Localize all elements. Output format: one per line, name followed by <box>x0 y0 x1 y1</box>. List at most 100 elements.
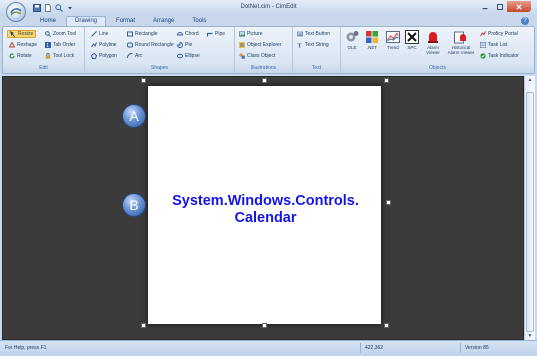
rectangle-label: Rectangle <box>135 31 158 37</box>
text-button-icon: ab <box>297 31 303 37</box>
zoom-icon[interactable] <box>54 3 63 12</box>
scroll-thumb[interactable] <box>526 92 534 332</box>
vertical-scrollbar[interactable]: ▲ ▼ <box>524 76 535 340</box>
task-list-button[interactable]: Task List <box>480 41 507 49</box>
arc-label: Arc <box>135 53 143 59</box>
net-button[interactable]: .NET <box>363 30 381 50</box>
class-object-label: Class Object <box>247 53 276 59</box>
rectangle-icon <box>127 31 133 37</box>
reshape-button[interactable]: Reshape <box>9 41 37 49</box>
spc-label: SPC <box>407 45 417 50</box>
ellipse-label: Ellipse <box>185 53 200 59</box>
tool-lock-label: Tool Lock <box>53 53 75 59</box>
tool-lock-button[interactable]: Tool Lock <box>45 52 74 60</box>
trend-button[interactable]: Trend <box>384 30 402 50</box>
tab-format[interactable]: Format <box>108 16 143 26</box>
proficy-portal-button[interactable]: Proficy Portal <box>480 30 518 38</box>
tab-tools[interactable]: Tools <box>184 16 214 26</box>
tab-arrange[interactable]: Arrange <box>145 16 182 26</box>
group-text: ab Text Button T Text String Text <box>293 27 341 73</box>
selection-handle-right[interactable] <box>386 200 391 205</box>
task-indicator-button[interactable]: Task Indicator <box>480 52 519 60</box>
text-string-button[interactable]: T Text String <box>297 41 329 49</box>
polyline-label: Polyline <box>99 42 117 48</box>
selection-handle-bottom-left[interactable] <box>141 323 146 328</box>
status-coordinates: 422,362 <box>360 343 445 353</box>
group-label-shapes: Shapes <box>151 65 168 71</box>
selection-handle-top[interactable] <box>262 78 267 83</box>
polygon-button[interactable]: Polygon <box>91 52 117 60</box>
picture-button[interactable]: Picture <box>239 30 263 38</box>
maximize-button[interactable] <box>492 1 507 12</box>
pie-button[interactable]: Pie <box>177 41 192 49</box>
reshape-label: Reshape <box>17 42 38 48</box>
tab-order-icon: 1 <box>45 42 51 48</box>
status-bar: For Help, press F1 422,362 Version 85 <box>0 340 537 356</box>
resize-icon <box>10 31 16 37</box>
selection-handle-top-left[interactable] <box>141 78 146 83</box>
application-menu-button[interactable] <box>6 2 26 22</box>
resize-button[interactable]: Resize <box>7 30 37 38</box>
text-button-button[interactable]: ab Text Button <box>297 30 330 38</box>
new-document-icon[interactable] <box>43 3 52 12</box>
class-object-icon <box>239 53 245 59</box>
help-icon[interactable]: ? <box>521 17 529 25</box>
selection-handle-bottom-right[interactable] <box>384 323 389 328</box>
ole-label: OLE <box>347 45 357 50</box>
class-object-button[interactable]: Class Object <box>239 52 275 60</box>
customize-qat-icon[interactable] <box>65 3 74 12</box>
trend-chart-icon <box>386 30 400 44</box>
proficy-portal-label: Proficy Portal <box>488 31 518 37</box>
ribbon-tabs: Home Drawing Format Arrange Tools <box>32 16 214 27</box>
rotate-button[interactable]: Rotate <box>9 52 32 60</box>
picture-icon <box>239 31 245 37</box>
spc-icon <box>405 30 419 44</box>
selection-handle-top-right[interactable] <box>384 78 389 83</box>
svg-text:ab: ab <box>298 32 302 36</box>
pie-icon <box>177 42 183 48</box>
tab-order-button[interactable]: 1 Tab Order <box>45 41 75 49</box>
spc-button[interactable]: SPC <box>404 30 420 50</box>
arc-button[interactable]: Arc <box>127 52 143 60</box>
minimize-button[interactable] <box>477 1 492 12</box>
ellipse-button[interactable]: Ellipse <box>177 52 200 60</box>
historical-alarm-icon <box>454 30 468 44</box>
chord-label: Chord <box>185 31 199 37</box>
group-illustrations: Picture Object Explorer Class Object Ill… <box>235 27 293 73</box>
resize-label: Resize <box>18 31 34 37</box>
tab-home[interactable]: Home <box>32 16 64 26</box>
line-button[interactable]: Line <box>91 30 108 38</box>
alarm-viewer-label: Alarm Viewer <box>426 45 440 55</box>
polyline-button[interactable]: Polyline <box>91 41 117 49</box>
save-icon[interactable] <box>32 3 41 12</box>
arc-icon <box>127 53 133 59</box>
zoom-tool-label: Zoom Tool <box>53 31 77 37</box>
round-rectangle-button[interactable]: Round Rectangle <box>127 41 174 49</box>
scroll-down-icon[interactable]: ▼ <box>525 332 535 340</box>
object-explorer-label: Object Explorer <box>247 42 282 48</box>
task-list-icon <box>480 42 486 48</box>
callout-a: A <box>122 104 146 128</box>
selection-handle-bottom[interactable] <box>262 323 267 328</box>
chord-icon <box>177 31 183 37</box>
ribbon-drawing: Resize Zoom Tool Reshape 1 Tab Order Rot… <box>2 26 535 74</box>
pipe-button[interactable]: Pipe <box>207 30 225 38</box>
close-button[interactable] <box>507 1 531 12</box>
alarm-viewer-button[interactable]: Alarm Viewer <box>422 30 444 55</box>
historical-alarm-viewer-button[interactable]: Historical Alarm Viewer <box>446 30 476 55</box>
chord-button[interactable]: Chord <box>177 30 199 38</box>
rectangle-button[interactable]: Rectangle <box>127 30 158 38</box>
tab-order-label: Tab Order <box>53 42 76 48</box>
zoom-tool-button[interactable]: Zoom Tool <box>45 30 76 38</box>
app-logo-icon <box>10 8 22 16</box>
text-string-label: Text String <box>305 42 329 48</box>
ole-button[interactable]: OLE <box>344 30 360 50</box>
ellipse-icon <box>177 53 183 59</box>
group-label-illustrations: Illustrations <box>250 65 277 71</box>
scroll-up-icon[interactable]: ▲ <box>525 76 535 84</box>
pie-label: Pie <box>185 42 193 48</box>
group-shapes: Line Rectangle Chord Pipe Polyline Round… <box>85 27 235 73</box>
portal-icon <box>480 31 486 37</box>
object-explorer-button[interactable]: Object Explorer <box>239 41 281 49</box>
magnifier-icon <box>45 31 51 37</box>
